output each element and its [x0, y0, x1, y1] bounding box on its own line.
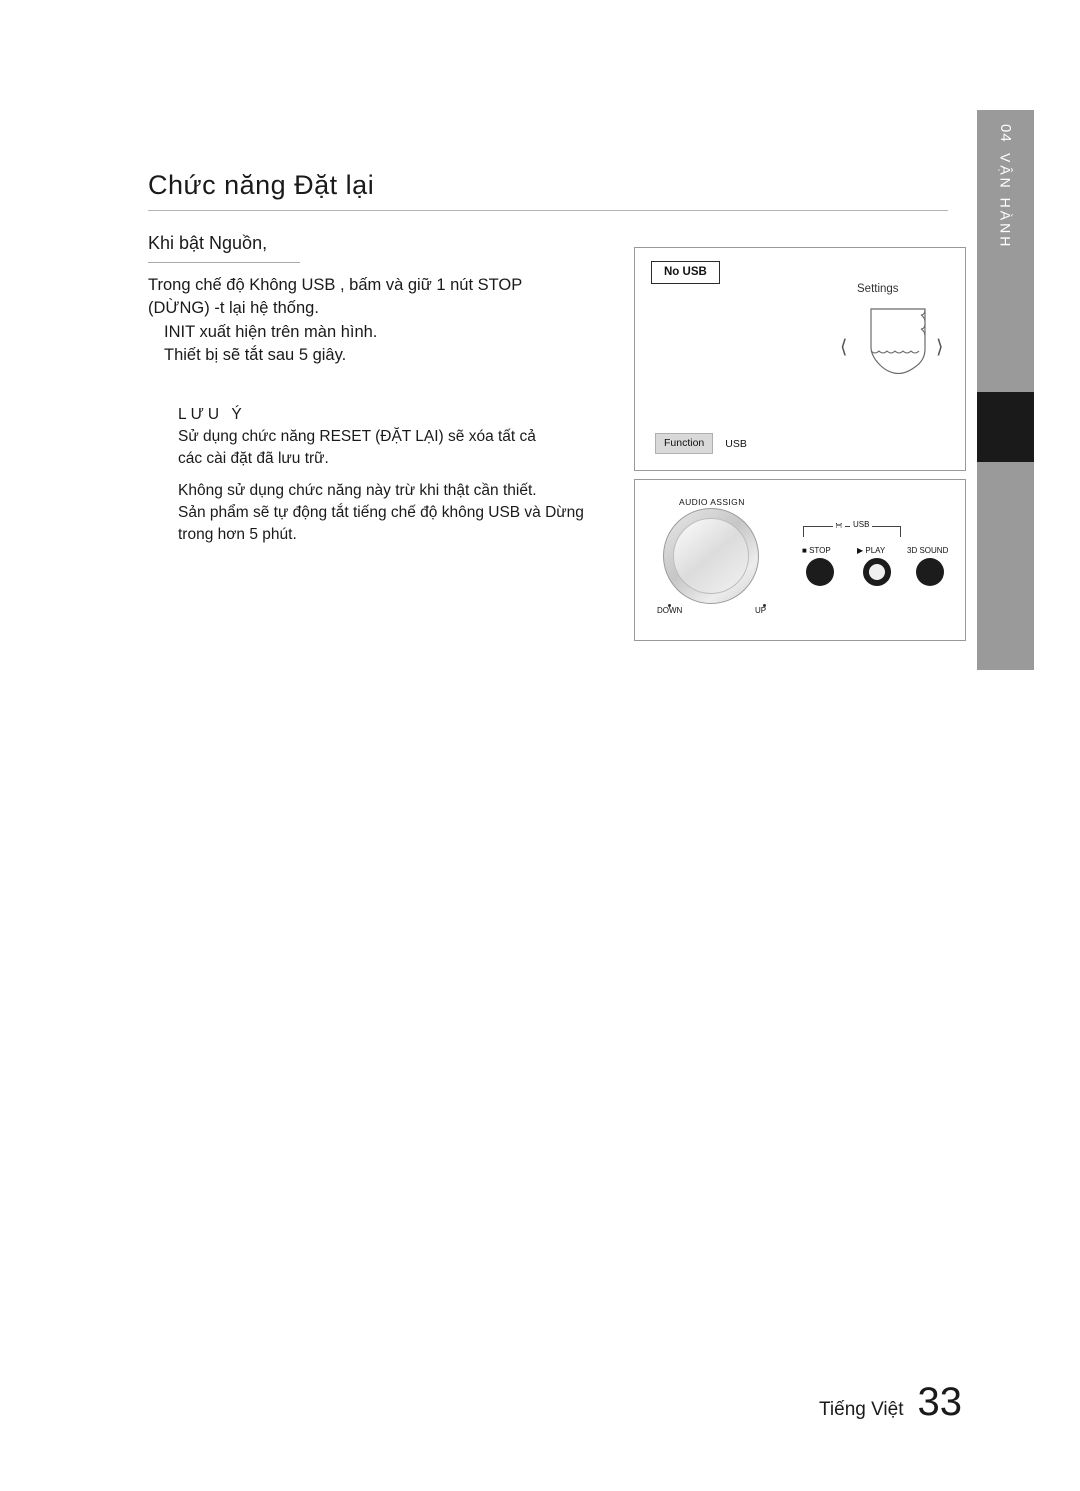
usb-icon: ∺	[833, 520, 845, 531]
note-line-3: Không sử dụng chức năng này trừ khi thật…	[178, 482, 537, 499]
note-block: LƯU Ý Sử dụng chức năng RESET (ĐẶT LẠI) …	[178, 404, 618, 546]
chevron-left-icon[interactable]: ⟨	[840, 336, 847, 359]
3d-sound-label: 3D SOUND	[907, 546, 949, 555]
body-line-2: (DỪNG) -t lại hệ thống.	[148, 299, 319, 318]
chevron-right-icon[interactable]: ⟩	[936, 336, 943, 359]
page-footer: Tiếng Việt 33	[819, 1380, 962, 1425]
settings-label: Settings	[857, 283, 899, 295]
stop-label: ■ STOP	[802, 546, 831, 555]
note-line-1: Sử dụng chức năng RESET (ĐẶT LẠI) sẽ xóa…	[178, 428, 536, 445]
function-tag: Function	[655, 433, 714, 454]
chapter-side-tab: 04 VẬN HÀNH	[977, 110, 1034, 670]
3d-sound-button[interactable]	[916, 558, 944, 586]
side-tab-text: 04 VẬN HÀNH	[977, 124, 1034, 249]
usb-label: USB	[850, 520, 873, 529]
note-title: LƯU Ý	[178, 406, 246, 423]
section-subtitle: Khi bật Nguồn,	[148, 233, 268, 253]
note-line-2: các cài đặt đã lưu trữ.	[178, 450, 329, 467]
page-title: Chức năng Đặt lại	[148, 170, 375, 200]
body-line-1: Trong chế độ Không USB , bấm và giữ 1 nú…	[148, 276, 523, 294]
volume-knob-inner	[673, 518, 749, 594]
disc-illustration	[870, 308, 926, 375]
knob-up-label: UP	[755, 606, 767, 615]
function-row: Function USB	[655, 433, 747, 454]
chapter-number: 04	[997, 124, 1014, 143]
audio-assign-label: AUDIO ASSIGN	[679, 497, 745, 507]
body-line-3: INIT xuất hiện trên màn hình.	[164, 322, 378, 341]
figure-front-panel: AUDIO ASSIGN DOWN UP ∺ USB ■ STOP ▶ PLAY…	[634, 479, 966, 641]
chapter-label: VẬN HÀNH	[997, 152, 1014, 250]
footer-language: Tiếng Việt	[819, 1399, 904, 1420]
side-tab-segment-active	[977, 392, 1034, 462]
footer-page-number: 33	[917, 1380, 963, 1424]
side-tab-segment-bottom	[977, 462, 1034, 670]
title-divider	[148, 210, 948, 211]
figure-display-panel: No USB Settings ⟨ ⟩ Function USB	[634, 247, 966, 471]
body-line-4: Thiết bị sẽ tắt sau 5 giây.	[164, 346, 347, 365]
note-line-5: trong hơn 5 phút.	[178, 526, 297, 543]
stop-button[interactable]	[806, 558, 834, 586]
note-line-4: Sản phẩm sẽ tự động tắt tiếng chế độ khô…	[178, 504, 584, 521]
body-text: Trong chế độ Không USB , bấm và giữ 1 nú…	[148, 274, 618, 368]
subtitle-divider	[148, 262, 300, 263]
function-usb-value: USB	[725, 437, 747, 450]
knob-down-label: DOWN	[657, 606, 683, 615]
volume-knob[interactable]	[663, 508, 759, 604]
play-button[interactable]	[863, 558, 891, 586]
no-usb-badge: No USB	[651, 261, 720, 284]
play-label: ▶ PLAY	[857, 546, 886, 555]
